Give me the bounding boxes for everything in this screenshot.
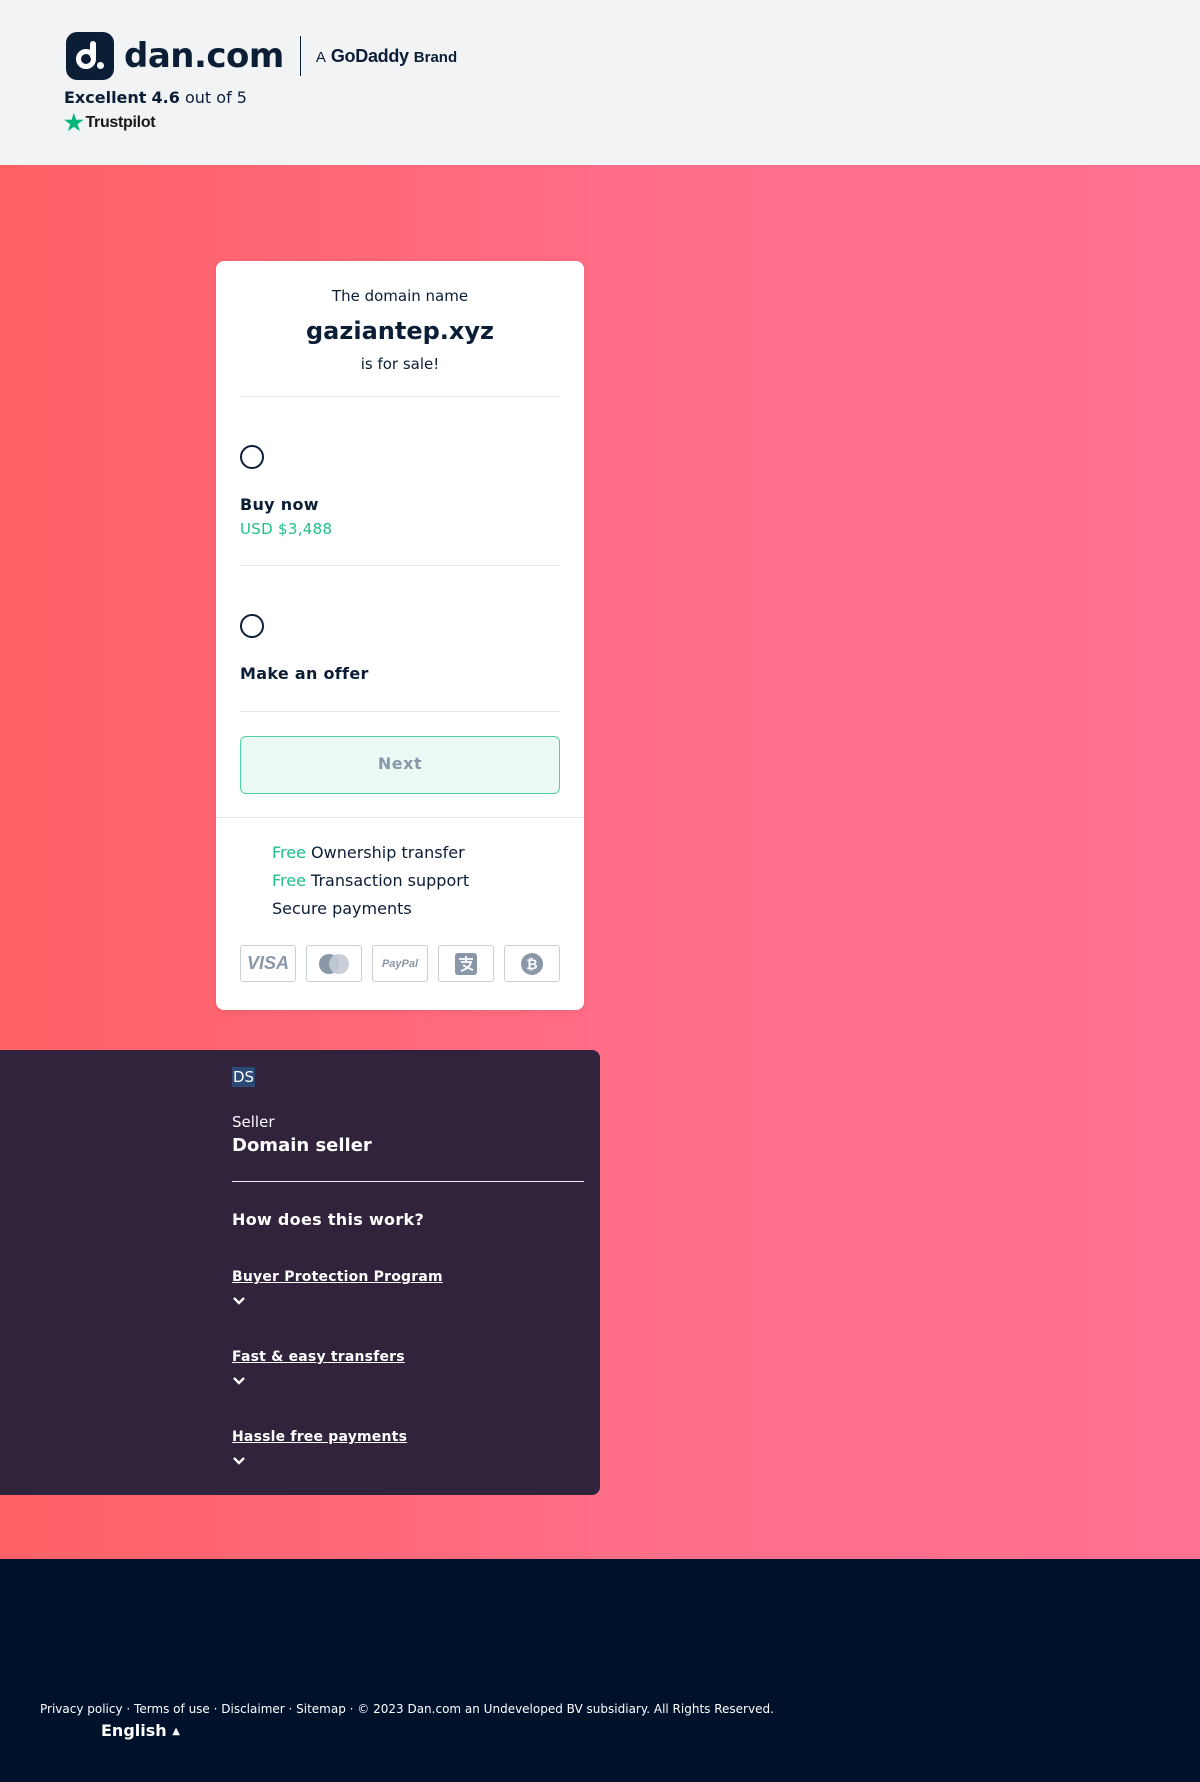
hassle-free-payments-link[interactable]: Hassle free payments: [232, 1429, 407, 1445]
buy-now-radio[interactable]: [240, 445, 264, 469]
divider: [232, 1181, 584, 1182]
dan-logo-icon: [66, 32, 114, 80]
paypal-label: PayPal: [381, 957, 419, 970]
seller-role: Seller: [232, 1113, 275, 1131]
how-it-works-title: How does this work?: [232, 1210, 425, 1229]
perk-tag: Free: [272, 871, 306, 890]
rating-label: Excellent: [64, 88, 147, 107]
divider: [216, 817, 584, 818]
seller-name: Domain seller: [232, 1135, 372, 1156]
site-footer: Privacy policy · Terms of use · Disclaim…: [0, 1559, 1200, 1782]
rating-value: 4.6: [151, 88, 180, 107]
next-button[interactable]: Next: [240, 736, 560, 794]
dan-logo[interactable]: dan.com A GoDaddy Brand: [66, 32, 457, 80]
brand-suffix: Brand: [413, 48, 458, 66]
brand-prefix: A: [315, 48, 326, 66]
fast-transfers-link[interactable]: Fast & easy transfers: [232, 1349, 405, 1365]
logo-divider: [299, 36, 301, 76]
buy-now-price: USD $3,488: [240, 520, 333, 538]
domain-name: gaziantep.xyz: [306, 317, 494, 345]
language-selector[interactable]: English ▲: [101, 1721, 180, 1740]
perk-tag: Free: [272, 843, 306, 862]
perk-ownership-transfer: Free Ownership transfer: [272, 843, 465, 862]
perk-text: Secure payments: [272, 899, 412, 918]
logo-text: dan.com: [124, 36, 284, 76]
rating-suffix: out of 5: [184, 88, 247, 107]
trustpilot-text: Trustpilot: [85, 114, 156, 131]
seller-panel: DS Seller Domain seller How does this wo…: [0, 1050, 600, 1495]
sale-card: The domain name gaziantep.xyz is for sal…: [216, 261, 584, 1010]
chevron-down-icon[interactable]: [232, 1455, 246, 1469]
make-offer-title[interactable]: Make an offer: [240, 664, 369, 683]
trustpilot-rating: Excellent 4.6 out of 5: [64, 88, 247, 107]
alipay-icon: [438, 945, 494, 982]
buy-now-title[interactable]: Buy now: [240, 495, 319, 514]
buyer-protection-link[interactable]: Buyer Protection Program: [232, 1269, 443, 1285]
perk-secure-payments: Secure payments: [272, 899, 412, 918]
divider: [240, 711, 560, 712]
chevron-down-icon[interactable]: [232, 1375, 246, 1389]
svg-text:₿: ₿: [526, 957, 537, 973]
godaddy-brand: A GoDaddy Brand: [316, 46, 457, 67]
make-offer-radio[interactable]: [240, 614, 264, 638]
mastercard-icon: [306, 945, 362, 982]
payment-methods: VISA PayPal ₿: [240, 945, 560, 982]
hero-section: The domain name gaziantep.xyz is for sal…: [0, 165, 1200, 1559]
perk-text: Ownership transfer: [311, 843, 465, 862]
seller-avatar: DS: [232, 1067, 256, 1087]
domain-outro: is for sale!: [360, 355, 440, 373]
perk-transaction-support: Free Transaction support: [272, 871, 469, 890]
divider: [240, 396, 560, 397]
star-icon: ★: [64, 110, 84, 135]
site-header: dan.com A GoDaddy Brand Excellent 4.6 ou…: [0, 0, 1200, 165]
paypal-icon: PayPal: [372, 945, 428, 982]
brand-name: GoDaddy: [330, 45, 409, 66]
bitcoin-icon: ₿: [504, 945, 560, 982]
chevron-down-icon[interactable]: [232, 1295, 246, 1309]
trustpilot-logo[interactable]: ★ Trustpilot: [64, 110, 156, 135]
footer-legal-links[interactable]: Privacy policy · Terms of use · Disclaim…: [40, 1702, 774, 1716]
visa-label: VISA: [246, 953, 289, 973]
divider: [240, 565, 560, 566]
caret-up-icon: ▲: [172, 1726, 180, 1737]
perk-text: Transaction support: [311, 871, 470, 890]
domain-intro: The domain name: [331, 287, 469, 305]
visa-icon: VISA: [240, 945, 296, 982]
language-label: English: [101, 1721, 167, 1740]
domain-heading: The domain name gaziantep.xyz is for sal…: [216, 261, 584, 373]
